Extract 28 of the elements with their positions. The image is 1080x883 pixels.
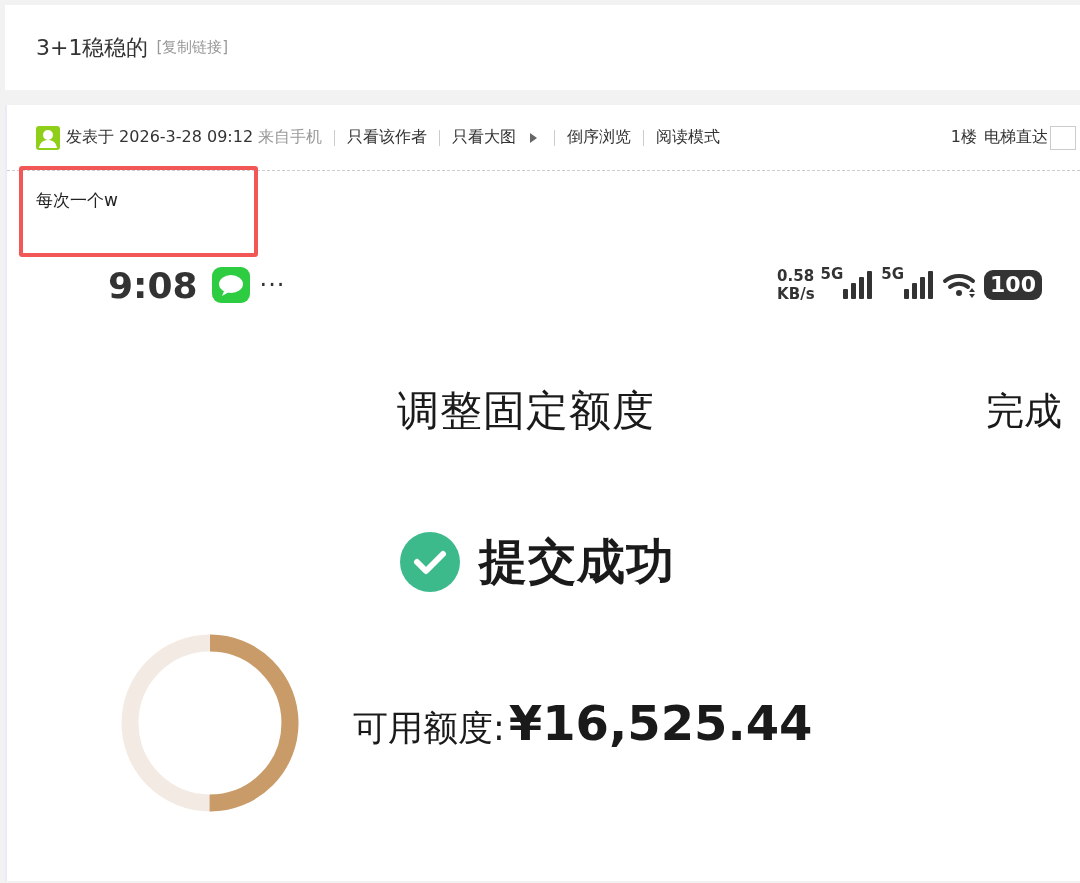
post-action-link[interactable]: 阅读模式 (656, 127, 721, 148)
page-heading: 调整固定额度 (397, 385, 655, 437)
network-type: 5G (881, 265, 905, 283)
network-speed-value: 0.58 (777, 267, 815, 285)
post-source: 来自手机 (258, 127, 323, 148)
post-action-link[interactable]: 倒序浏览 (567, 127, 632, 148)
submit-success-text: 提交成功 (479, 532, 675, 591)
signal-bars-icon (904, 271, 935, 299)
message-bubble-icon (211, 267, 250, 303)
jump-label: 电梯直达 (984, 127, 1048, 148)
more-icon: ··· (259, 271, 286, 299)
signal-bars-icon (843, 271, 874, 299)
done-button[interactable]: 完成 (986, 385, 1062, 437)
floor-number: 1楼 (950, 127, 977, 148)
thread-title: 3+1稳稳的 (36, 33, 149, 62)
post-action-link[interactable]: 只看该作者 (347, 127, 428, 148)
battery-level: 100 (984, 270, 1042, 300)
user-avatar-icon (36, 125, 60, 150)
available-credit-amount: ¥16,525.44 (508, 694, 813, 751)
checkmark-circle-icon (399, 531, 461, 593)
status-time: 9:08 (108, 264, 198, 306)
view-large-images-menu[interactable]: 只看大图 (452, 127, 543, 148)
post-date: 发表于 2026-3-28 09:12 (66, 127, 254, 148)
floor-jump-field[interactable] (1050, 125, 1076, 150)
available-credit-label: 可用额度: (353, 706, 505, 750)
post-text: 每次一个w (19, 166, 258, 257)
network-type: 5G (820, 265, 844, 283)
network-speed-unit: KB/s (777, 285, 815, 303)
